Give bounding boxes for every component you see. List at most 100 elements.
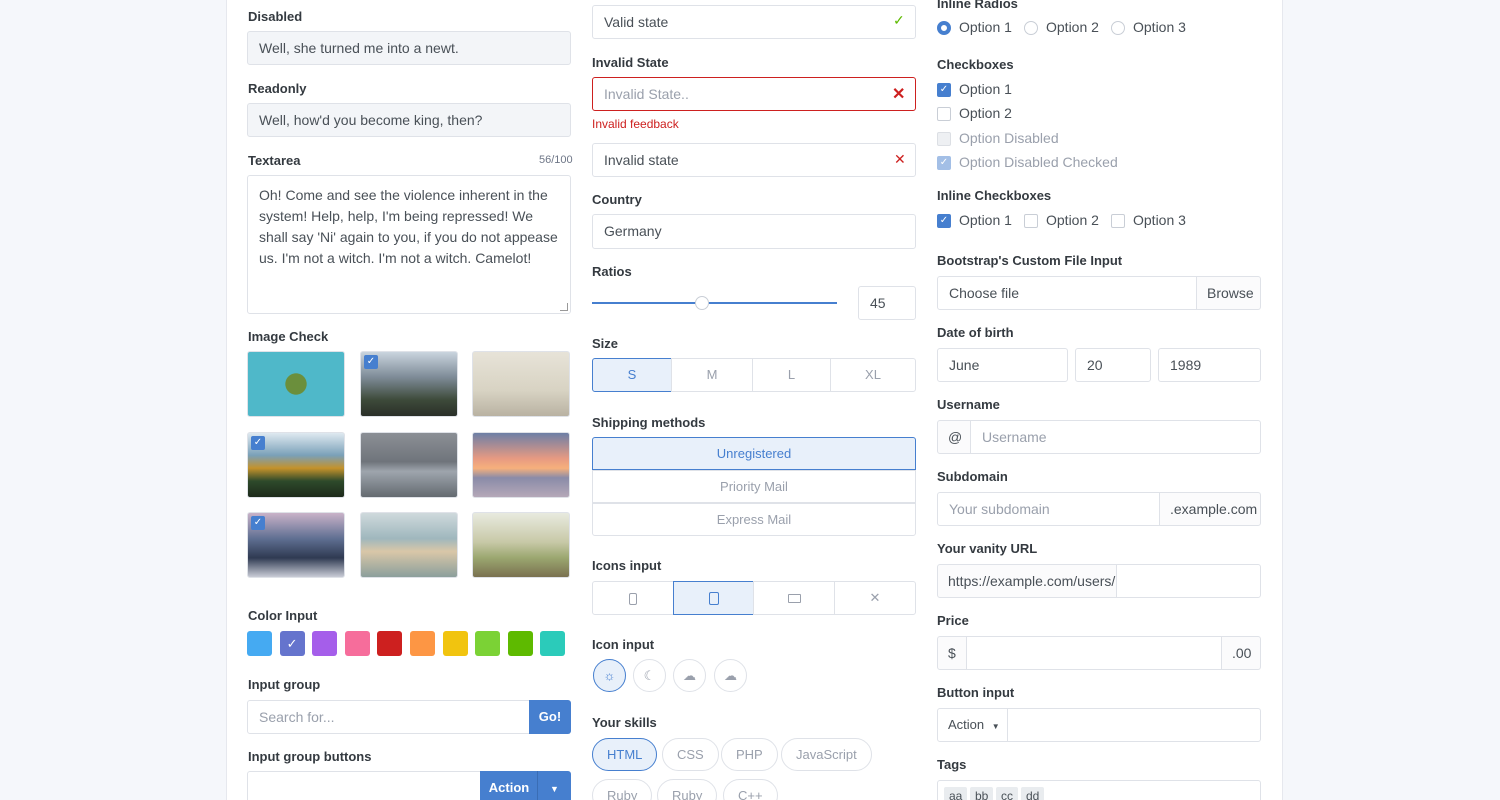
image-check-item[interactable] bbox=[247, 351, 345, 417]
radio-option-3[interactable] bbox=[1111, 21, 1125, 35]
browse-button[interactable]: Browse bbox=[1196, 276, 1261, 310]
country-select[interactable]: Germany bbox=[592, 214, 916, 249]
image-check-item[interactable]: ✓ bbox=[247, 432, 345, 498]
button-input-field[interactable] bbox=[1007, 708, 1261, 742]
price-suffix: .00 bbox=[1221, 636, 1261, 670]
image-check-item[interactable]: ✓ bbox=[360, 351, 458, 417]
x-icon-option[interactable]: ✕ bbox=[834, 581, 916, 615]
checkboxes-label: Checkboxes bbox=[937, 57, 1014, 72]
skill-javascript[interactable]: JavaScript bbox=[781, 738, 872, 771]
inline-checkbox-3[interactable] bbox=[1111, 214, 1125, 228]
shipping-priority-mail[interactable]: Priority Mail bbox=[592, 470, 916, 503]
textarea-label: Textarea bbox=[248, 153, 301, 168]
sun-icon: ☼ bbox=[603, 668, 616, 683]
action-dropdown-toggle[interactable]: ▼ bbox=[537, 771, 571, 800]
image-check-item[interactable] bbox=[472, 432, 570, 498]
tags-label: Tags bbox=[937, 757, 967, 772]
icons-input-label: Icons input bbox=[592, 558, 662, 573]
textarea-counter: 56/100 bbox=[539, 154, 573, 166]
invalid-state-label: Invalid State bbox=[592, 55, 669, 70]
skills-label: Your skills bbox=[592, 715, 657, 730]
color-swatch[interactable] bbox=[410, 631, 435, 656]
input-group-buttons-field[interactable] bbox=[247, 771, 481, 800]
skill-ruby-2[interactable]: Ruby bbox=[657, 779, 718, 800]
cloud-rain-icon-option[interactable]: ☁ bbox=[673, 659, 706, 692]
action-button[interactable]: Action bbox=[480, 771, 538, 800]
cloud-icon-option[interactable]: ☁ bbox=[714, 659, 747, 692]
vanity-url-input[interactable] bbox=[1116, 564, 1261, 598]
skill-cpp[interactable]: C++ bbox=[723, 779, 778, 800]
subdomain-input[interactable]: Your subdomain bbox=[937, 492, 1160, 526]
skill-css[interactable]: CSS bbox=[662, 738, 719, 771]
image-check-item[interactable] bbox=[472, 512, 570, 578]
color-swatch[interactable]: ✓ bbox=[279, 631, 305, 656]
ratios-label: Ratios bbox=[592, 264, 632, 279]
size-option-s[interactable]: S bbox=[592, 358, 672, 392]
checkbox-option-disabled-checked-label: Option Disabled Checked bbox=[959, 154, 1118, 170]
ratios-slider-track[interactable] bbox=[592, 302, 837, 304]
size-option-xl[interactable]: XL bbox=[830, 358, 916, 392]
price-input[interactable] bbox=[966, 636, 1222, 670]
color-swatch[interactable] bbox=[507, 631, 533, 656]
size-option-m[interactable]: M bbox=[671, 358, 753, 392]
inline-checkbox-2[interactable] bbox=[1024, 214, 1038, 228]
skill-ruby[interactable]: Ruby bbox=[592, 779, 653, 800]
button-input-action-label: Action bbox=[948, 717, 985, 732]
image-check-label: Image Check bbox=[248, 329, 329, 344]
inline-checkbox-1[interactable]: ✓ bbox=[937, 214, 951, 228]
dob-month-select[interactable]: June bbox=[937, 348, 1068, 382]
tag-bb[interactable]: bb bbox=[970, 787, 994, 800]
x-icon: ✕ bbox=[894, 151, 906, 167]
dob-year-select[interactable]: 1989 bbox=[1158, 348, 1261, 382]
ratios-value-input[interactable]: 45 bbox=[858, 286, 916, 320]
file-input-label: Bootstrap's Custom File Input bbox=[937, 253, 1123, 268]
size-option-l[interactable]: L bbox=[752, 358, 831, 392]
shipping-unregistered[interactable]: Unregistered bbox=[592, 437, 916, 470]
username-placeholder: Username bbox=[982, 429, 1047, 445]
phone-icon bbox=[629, 592, 637, 605]
username-input[interactable]: Username bbox=[970, 420, 1261, 454]
monitor-icon-option[interactable] bbox=[753, 581, 835, 615]
color-swatch[interactable] bbox=[475, 631, 501, 656]
monitor-icon bbox=[787, 594, 801, 604]
dob-day-select[interactable]: 20 bbox=[1075, 348, 1151, 382]
textarea-input[interactable]: Oh! Come and see the violence inherent i… bbox=[247, 175, 571, 314]
moon-icon-option[interactable]: ☾ bbox=[633, 659, 666, 692]
tag-aa[interactable]: aa bbox=[944, 787, 968, 800]
skill-html[interactable]: HTML bbox=[592, 738, 658, 771]
image-check-item[interactable]: ✓ bbox=[247, 512, 345, 578]
sun-icon-option[interactable]: ☼ bbox=[593, 659, 626, 692]
radio-option-1[interactable] bbox=[937, 21, 951, 35]
tag-cc[interactable]: cc bbox=[996, 787, 1018, 800]
color-swatch[interactable] bbox=[540, 631, 566, 656]
valid-state-input[interactable]: Valid state bbox=[592, 5, 916, 39]
invalid-state-input[interactable]: Invalid State.. bbox=[592, 77, 916, 111]
tablet-icon-option[interactable] bbox=[673, 581, 754, 615]
checkbox-option-disabled bbox=[937, 132, 951, 146]
search-input[interactable]: Search for... bbox=[247, 700, 530, 734]
color-swatch[interactable] bbox=[442, 631, 468, 656]
color-swatch[interactable] bbox=[344, 631, 370, 656]
file-input[interactable]: Choose file bbox=[937, 276, 1197, 310]
tag-dd[interactable]: dd bbox=[1021, 787, 1045, 800]
vanity-url-addon: https://example.com/users/ bbox=[937, 564, 1117, 598]
shipping-express-mail[interactable]: Express Mail bbox=[592, 503, 916, 536]
image-check-item[interactable] bbox=[360, 512, 458, 578]
checkbox-option-2[interactable] bbox=[937, 107, 951, 121]
invalid-state-input-2[interactable]: Invalid state bbox=[592, 143, 916, 177]
image-check-item[interactable] bbox=[360, 432, 458, 498]
color-swatch[interactable] bbox=[247, 631, 272, 656]
radio-option-2[interactable] bbox=[1024, 21, 1038, 35]
color-swatch[interactable] bbox=[377, 631, 403, 656]
valid-state-value: Valid state bbox=[604, 14, 669, 30]
button-input-action[interactable]: Action ▼ bbox=[937, 708, 1008, 742]
resize-grip-icon[interactable] bbox=[560, 303, 568, 311]
go-button[interactable]: Go! bbox=[529, 700, 571, 734]
checkbox-option-1-label: Option 1 bbox=[959, 81, 1012, 97]
image-check-item[interactable] bbox=[472, 351, 570, 417]
inline-checkbox-3-label: Option 3 bbox=[1133, 212, 1186, 228]
checkbox-option-1[interactable]: ✓ bbox=[937, 83, 951, 97]
color-swatch[interactable] bbox=[312, 631, 338, 656]
skill-php[interactable]: PHP bbox=[721, 738, 778, 771]
phone-icon-option[interactable] bbox=[592, 581, 674, 615]
